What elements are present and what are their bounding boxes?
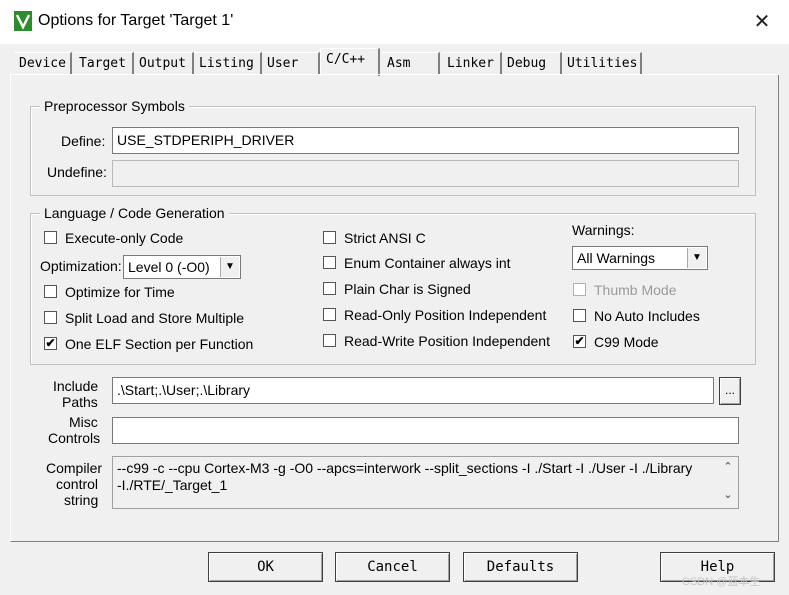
defaults-button[interactable]: Defaults (463, 552, 578, 582)
one-elf-checkbox[interactable]: ✔ (44, 337, 57, 350)
compiler-control-label-line3: string (64, 492, 99, 508)
tab-debug[interactable]: Debug (502, 52, 562, 74)
tab-c-cpp[interactable]: C/C++ (320, 48, 380, 76)
chevron-down-icon: ▼ (220, 257, 239, 277)
tab-utilities[interactable]: Utilities (562, 52, 642, 74)
watermark: CSDN @蓝本生 (682, 576, 761, 588)
thumb-mode-checkbox[interactable] (573, 283, 586, 296)
define-input[interactable]: USE_STDPERIPH_DRIVER (112, 127, 739, 154)
optimization-label: Optimization: (40, 258, 122, 274)
chevron-down-icon: ▼ (687, 248, 706, 268)
no-auto-includes-label: No Auto Includes (594, 308, 700, 324)
undefine-label: Undefine: (47, 164, 107, 180)
keil-app-icon (14, 11, 32, 31)
include-paths-input[interactable]: .\Start;.\User;.\Library (112, 377, 714, 404)
strict-ansi-label: Strict ANSI C (344, 230, 426, 246)
optimization-value: Level 0 (-O0) (128, 259, 210, 275)
optimization-select[interactable]: Level 0 (-O0) ▼ (123, 255, 241, 279)
warnings-select[interactable]: All Warnings ▼ (572, 246, 708, 270)
split-load-checkbox[interactable] (44, 311, 57, 324)
ro-position-label: Read-Only Position Independent (344, 307, 547, 323)
rw-position-label: Read-Write Position Independent (344, 333, 550, 349)
warnings-label: Warnings: (572, 222, 635, 238)
window-title: Options for Target 'Target 1' (38, 12, 234, 29)
optimize-time-label: Optimize for Time (65, 284, 175, 300)
compiler-control-label-line2: control (56, 476, 99, 492)
compiler-control-line2: -I./RTE/_Target_1 (117, 477, 228, 493)
title-bar: Options for Target 'Target 1' ✕ (0, 0, 789, 44)
tab-listing[interactable]: Listing (194, 52, 262, 74)
scroll-up-icon[interactable]: ⌃ (719, 460, 737, 473)
misc-controls-label-line1: Misc (69, 414, 98, 430)
execute-only-checkbox[interactable] (44, 231, 57, 244)
c99-mode-label: C99 Mode (594, 334, 659, 350)
no-auto-includes-checkbox[interactable] (573, 309, 586, 322)
tab-device[interactable]: Device (14, 52, 72, 74)
tab-user[interactable]: User (262, 52, 320, 74)
preprocessor-group-title: Preprocessor Symbols (40, 98, 189, 114)
undefine-input[interactable] (112, 160, 739, 187)
tab-asm[interactable]: Asm (382, 52, 440, 74)
one-elf-label: One ELF Section per Function (65, 336, 254, 352)
ro-position-checkbox[interactable] (323, 308, 336, 321)
language-group-title: Language / Code Generation (40, 205, 229, 221)
define-label: Define: (61, 133, 106, 149)
include-paths-browse-button[interactable]: ... (719, 377, 741, 405)
compiler-control-string: --c99 -c --cpu Cortex-M3 -g -O0 --apcs=i… (112, 456, 739, 509)
split-load-label: Split Load and Store Multiple (65, 310, 244, 326)
execute-only-label: Execute-only Code (65, 230, 184, 246)
enum-container-label: Enum Container always int (344, 255, 511, 271)
tab-target[interactable]: Target (74, 52, 134, 74)
tab-linker[interactable]: Linker (442, 52, 502, 74)
thumb-mode-label: Thumb Mode (594, 282, 677, 298)
c99-mode-checkbox[interactable]: ✔ (573, 335, 586, 348)
compiler-control-line1: --c99 -c --cpu Cortex-M3 -g -O0 --apcs=i… (117, 460, 693, 476)
strict-ansi-checkbox[interactable] (323, 231, 336, 244)
ok-button[interactable]: OK (208, 552, 323, 582)
plain-char-label: Plain Char is Signed (344, 281, 471, 297)
enum-container-checkbox[interactable] (323, 256, 336, 269)
scroll-down-icon[interactable]: ⌄ (719, 488, 737, 501)
tab-output[interactable]: Output (134, 52, 194, 74)
close-button[interactable]: ✕ (748, 8, 776, 36)
optimize-time-checkbox[interactable] (44, 285, 57, 298)
warnings-value: All Warnings (577, 250, 656, 266)
misc-controls-input[interactable] (112, 417, 739, 444)
include-paths-label-line1: Include (53, 378, 99, 394)
plain-char-checkbox[interactable] (323, 282, 336, 295)
include-paths-label-line2: Paths (62, 394, 98, 410)
misc-controls-label-line2: Controls (48, 430, 101, 446)
rw-position-checkbox[interactable] (323, 334, 336, 347)
compiler-control-label-line1: Compiler (46, 460, 103, 476)
cancel-button[interactable]: Cancel (335, 552, 450, 582)
